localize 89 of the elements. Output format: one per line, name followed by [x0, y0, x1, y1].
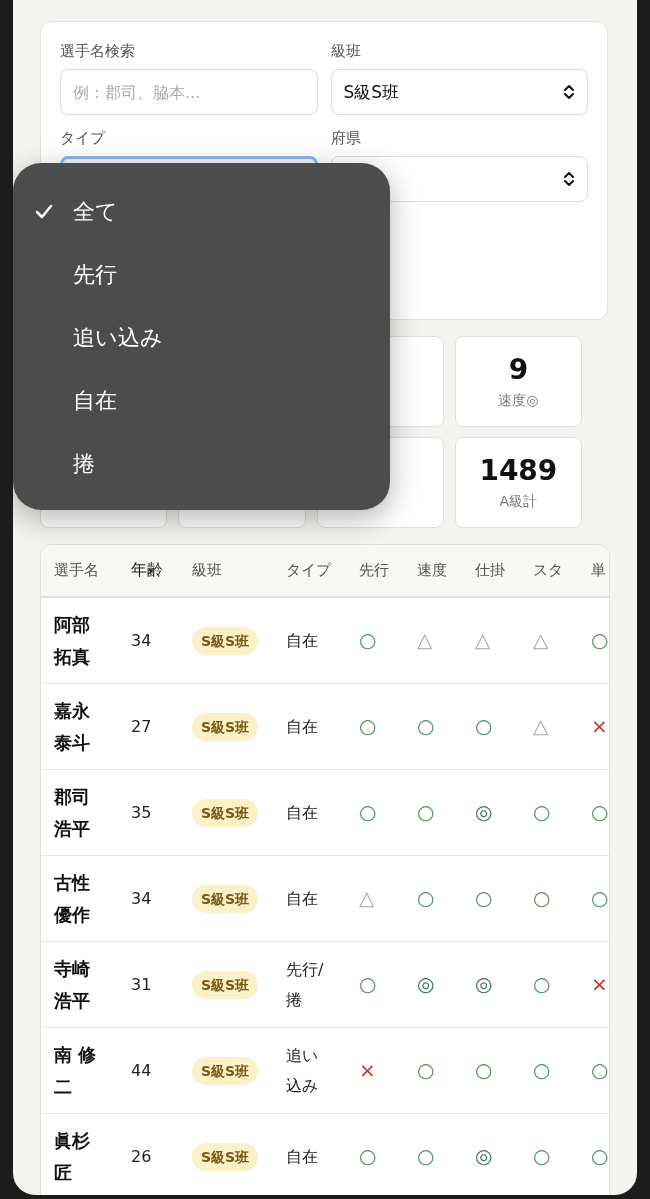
type-cell-text: 追い込み [286, 1044, 319, 1097]
stat-label: A級計 [499, 493, 538, 511]
rating-mark: ○ [475, 1058, 493, 1082]
rating-mark: ○ [359, 972, 377, 996]
player-name: 阿部拓真 [54, 612, 91, 669]
menu-item[interactable]: 先行 [13, 243, 390, 306]
rating-mark: △ [533, 628, 549, 652]
age-cell: 34 [131, 631, 152, 650]
rating-mark: △ [417, 628, 433, 652]
field-label: タイプ [60, 129, 107, 148]
rating-mark: △ [359, 886, 375, 910]
type-cell-text: 自在 [286, 887, 319, 910]
grade-badge: S級S班 [192, 1142, 259, 1171]
rating-mark: ◎ [417, 972, 435, 996]
menu-item[interactable]: 全て [13, 180, 390, 243]
rating-mark: ○ [417, 800, 435, 824]
age-cell: 27 [131, 717, 152, 736]
column-header[interactable]: 年齢 [131, 560, 163, 579]
rating-mark: ◎ [475, 972, 493, 996]
stat-label: 速度◎ [498, 392, 539, 410]
search-field[interactable]: 例：郡司、脇本... [60, 69, 318, 115]
menu-item[interactable]: 自在 [13, 369, 390, 432]
rating-mark: ◎ [475, 1144, 493, 1168]
type-cell-text: 自在 [286, 801, 319, 824]
column-header[interactable]: 仕掛 [475, 561, 505, 579]
rating-mark: ○ [475, 714, 493, 738]
rating-mark: ○ [591, 800, 609, 824]
age-cell: 35 [131, 803, 152, 822]
menu-item[interactable]: 捲 [13, 432, 390, 495]
grade-badge: S級S班 [192, 884, 259, 913]
rating-mark: ○ [591, 1144, 609, 1168]
menu-item[interactable]: 追い込み [13, 306, 390, 369]
rating-mark: ○ [417, 1058, 435, 1082]
column-header[interactable]: スタ [533, 561, 563, 579]
rating-mark: ○ [417, 886, 435, 910]
player-name: 古性優作 [54, 870, 91, 927]
rating-mark: △ [533, 714, 549, 738]
rating-mark: ○ [533, 1144, 551, 1168]
rating-mark: ○ [417, 714, 435, 738]
chevron-updown-icon [563, 83, 575, 101]
age-cell: 34 [131, 889, 152, 908]
type-cell-text: 自在 [286, 629, 319, 652]
field-label: 府県 [330, 129, 362, 148]
rating-mark: △ [475, 628, 491, 652]
field-label: 選手名検索 [60, 42, 136, 61]
column-header[interactable]: 級班 [192, 561, 222, 579]
player-name: 郡司浩平 [54, 784, 91, 841]
grade-badge: S級S班 [192, 970, 259, 999]
rating-mark: ○ [359, 628, 377, 652]
player-name: 嘉永泰斗 [54, 698, 91, 755]
player-name: 南 修二 [54, 1042, 98, 1099]
type-cell-text: 自在 [286, 1145, 319, 1168]
column-header[interactable]: 選手名 [54, 561, 99, 579]
rating-mark: × [591, 714, 608, 738]
rating-mark: ○ [417, 1144, 435, 1168]
rating-mark: ○ [359, 714, 377, 738]
age-cell: 26 [131, 1147, 152, 1166]
column-header[interactable]: タイプ [286, 561, 331, 579]
column-header[interactable]: 先行 [359, 561, 389, 579]
stat-value: 1489 [479, 454, 558, 487]
stat-value: 9 [508, 353, 529, 386]
rating-mark: ○ [591, 1058, 609, 1082]
rating-mark: ○ [359, 1144, 377, 1168]
age-cell: 44 [131, 1061, 152, 1080]
rating-mark: ○ [359, 800, 377, 824]
player-name: 寺崎浩平 [54, 956, 91, 1013]
rating-mark: ○ [591, 886, 609, 910]
grade-badge: S級S班 [192, 798, 259, 827]
player-name: 眞杉匠 [54, 1128, 91, 1185]
rating-mark: ○ [533, 972, 551, 996]
rating-mark: ○ [591, 628, 609, 652]
rating-mark: ○ [533, 1058, 551, 1082]
rating-mark: ○ [533, 886, 551, 910]
rating-mark: ○ [475, 886, 493, 910]
rating-mark: × [359, 1058, 376, 1082]
grade-badge: S級S班 [192, 712, 259, 741]
rating-mark: ◎ [475, 800, 493, 824]
grade-badge: S級S班 [192, 626, 259, 655]
type-cell-text: 先行/捲 [286, 958, 325, 1011]
column-header[interactable]: 速度 [417, 561, 447, 579]
grade-select[interactable]: S級S班 [330, 69, 588, 115]
grade-badge: S級S班 [192, 1056, 259, 1085]
field-label: 級班 [330, 42, 362, 61]
chevron-updown-icon [563, 170, 575, 188]
rating-mark: ○ [533, 800, 551, 824]
column-header[interactable]: 単 [591, 561, 606, 579]
age-cell: 31 [131, 975, 152, 994]
rating-mark: × [591, 972, 608, 996]
type-cell-text: 自在 [286, 715, 319, 738]
